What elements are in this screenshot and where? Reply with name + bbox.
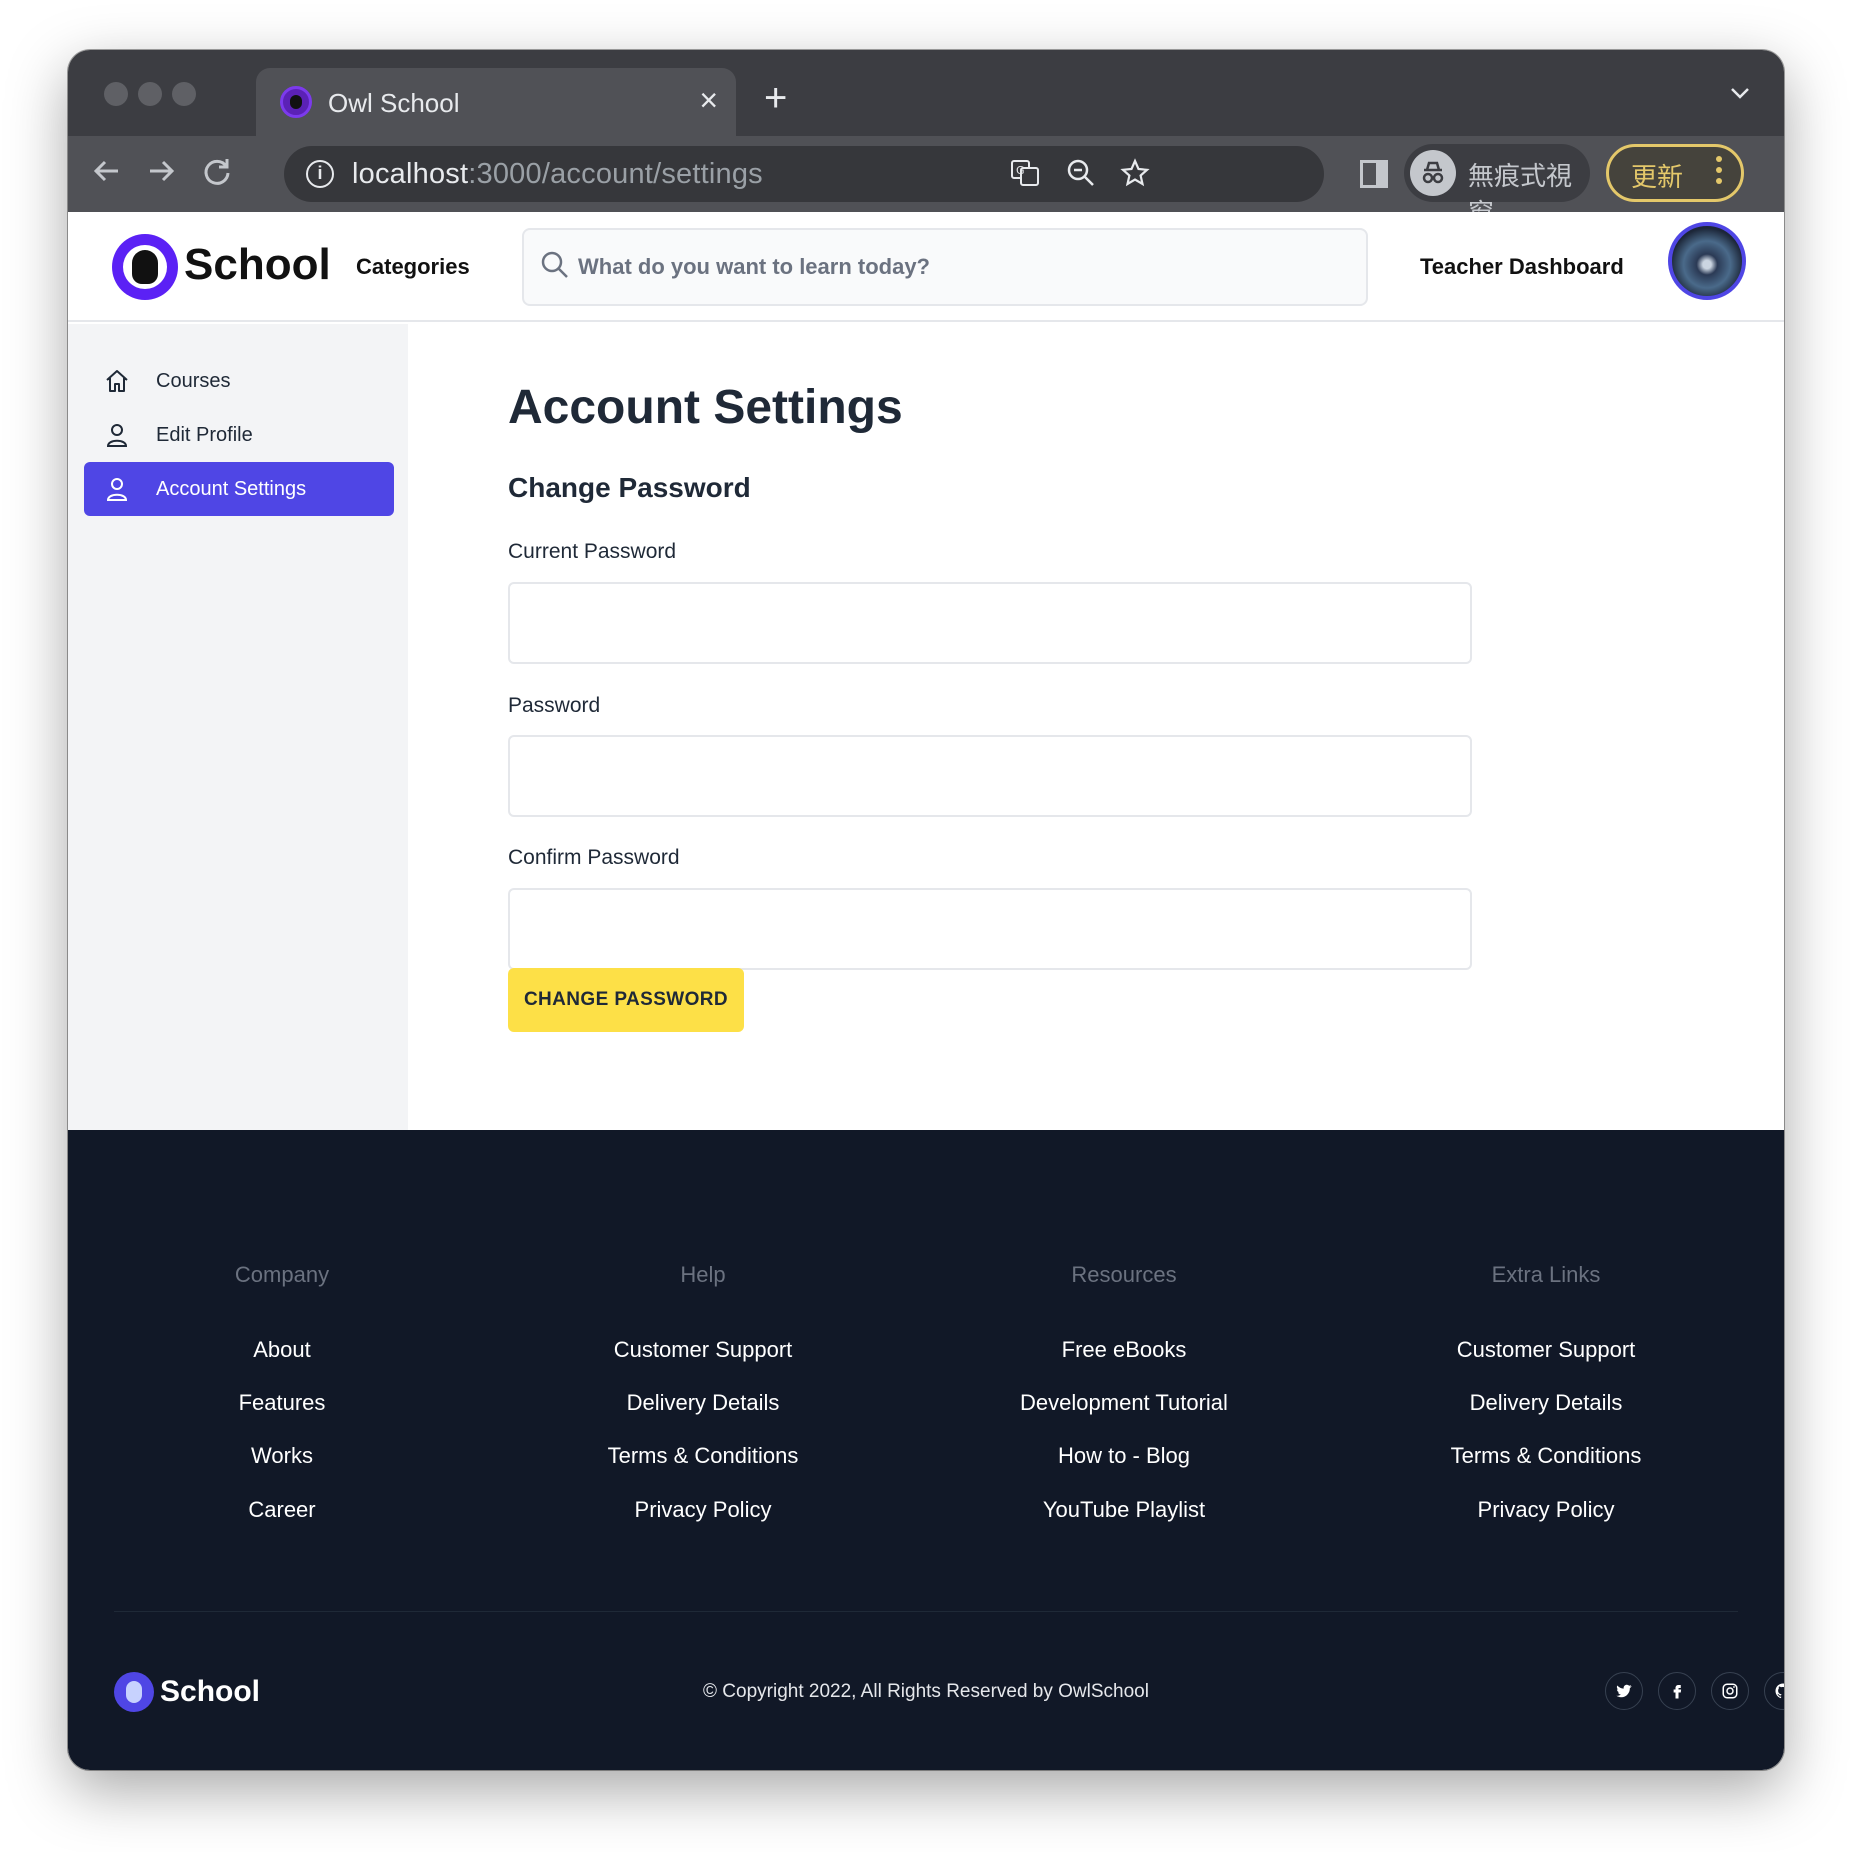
side-panel-icon[interactable] xyxy=(1360,160,1388,188)
url-text[interactable]: localhost:3000/account/settings xyxy=(352,158,763,191)
footer-heading: Help xyxy=(680,1262,726,1287)
footer-link[interactable]: Delivery Details xyxy=(493,1390,913,1416)
teacher-dashboard-link[interactable]: Teacher Dashboard xyxy=(1420,254,1624,280)
tab-title: Owl School xyxy=(328,88,460,118)
tab-search-chevron-icon[interactable] xyxy=(1730,80,1750,106)
star-icon[interactable] xyxy=(1120,158,1150,195)
search-icon xyxy=(541,251,568,278)
footer-link[interactable]: About xyxy=(72,1337,492,1363)
sidebar-item-label: Edit Profile xyxy=(156,423,253,446)
window-close-dot[interactable] xyxy=(104,82,128,106)
owl-favicon-icon xyxy=(280,86,312,118)
copyright-text: © Copyright 2022, All Rights Reserved by… xyxy=(703,1681,1149,1702)
incognito-indicator[interactable]: 無痕式視窗 xyxy=(1404,144,1590,228)
user-icon xyxy=(106,424,128,447)
user-icon xyxy=(106,478,128,501)
footer-divider xyxy=(114,1611,1738,1612)
change-password-button[interactable]: CHANGE PASSWORD xyxy=(508,968,744,1032)
avatar[interactable] xyxy=(1668,222,1746,300)
home-icon xyxy=(106,370,128,392)
footer-heading: Company xyxy=(234,1262,330,1287)
translate-icon[interactable]: G xyxy=(1010,158,1040,195)
owl-logo-icon[interactable] xyxy=(112,234,178,300)
footer-logo-text[interactable]: School xyxy=(160,1675,260,1709)
sidebar: Courses Edit Profile Account Settings xyxy=(68,324,408,1130)
page: School Categories Teacher Dashboard Cour… xyxy=(68,212,1784,1770)
tab-bar: Owl School × + xyxy=(68,50,1784,136)
footer-link[interactable]: Privacy Policy xyxy=(493,1497,913,1523)
instagram-icon[interactable] xyxy=(1711,1672,1749,1710)
footer-link[interactable]: YouTube Playlist xyxy=(914,1497,1334,1523)
footer-link[interactable]: Terms & Conditions xyxy=(493,1443,913,1469)
zoom-icon[interactable] xyxy=(1066,158,1096,195)
update-button[interactable]: 更新 xyxy=(1606,144,1744,202)
facebook-icon[interactable] xyxy=(1658,1672,1696,1710)
categories-link[interactable]: Categories xyxy=(356,254,470,280)
footer-link[interactable]: Delivery Details xyxy=(1336,1390,1756,1416)
menu-icon[interactable] xyxy=(1715,155,1723,185)
footer-link[interactable]: Features xyxy=(72,1390,492,1416)
sidebar-item-courses[interactable]: Courses xyxy=(84,354,394,408)
footer-heading: Extra Links xyxy=(1491,1262,1601,1287)
section-title: Change Password xyxy=(508,472,751,503)
search-box[interactable] xyxy=(522,228,1368,306)
owl-logo-icon[interactable] xyxy=(114,1672,154,1712)
footer-link[interactable]: Privacy Policy xyxy=(1336,1497,1756,1523)
footer-link[interactable]: Free eBooks xyxy=(914,1337,1334,1363)
twitter-icon[interactable] xyxy=(1605,1672,1643,1710)
current-password-field[interactable] xyxy=(508,582,1472,664)
footer-link[interactable]: Terms & Conditions xyxy=(1336,1443,1756,1469)
sidebar-item-edit-profile[interactable]: Edit Profile xyxy=(84,408,394,462)
logo-text[interactable]: School xyxy=(184,240,331,290)
search-input[interactable] xyxy=(578,230,1338,304)
footer-link[interactable]: Customer Support xyxy=(493,1337,913,1363)
footer-heading: Resources xyxy=(1071,1262,1177,1287)
tab-close-icon[interactable]: × xyxy=(699,82,718,118)
new-tab-icon[interactable]: + xyxy=(764,78,787,118)
current-password-label: Current Password xyxy=(508,540,677,563)
browser-window: Owl School × + i localhost:3000/account/… xyxy=(68,50,1784,1770)
sidebar-item-label: Courses xyxy=(156,369,231,392)
browser-tab[interactable]: Owl School × xyxy=(256,68,736,136)
browser-toolbar: i localhost:3000/account/settings G 無痕式視… xyxy=(68,136,1784,228)
incognito-icon xyxy=(1410,150,1456,196)
update-label: 更新 xyxy=(1631,162,1684,192)
password-field[interactable] xyxy=(508,735,1472,817)
reload-icon[interactable] xyxy=(200,154,234,195)
window-minimize-dot[interactable] xyxy=(138,82,162,106)
confirm-password-label: Confirm Password xyxy=(508,846,680,869)
site-header: School Categories Teacher Dashboard xyxy=(68,212,1784,322)
sidebar-item-label: Account Settings xyxy=(156,477,307,500)
footer-link[interactable]: Career xyxy=(72,1497,492,1523)
info-icon[interactable]: i xyxy=(306,160,334,188)
page-title: Account Settings xyxy=(508,381,903,434)
address-bar[interactable]: i localhost:3000/account/settings G xyxy=(284,146,1324,202)
sidebar-item-account-settings[interactable]: Account Settings xyxy=(84,462,394,516)
forward-icon[interactable] xyxy=(144,154,178,195)
site-footer: Company About Features Works Career Help… xyxy=(68,1130,1784,1770)
footer-link[interactable]: Development Tutorial xyxy=(914,1390,1334,1416)
svg-text:G: G xyxy=(1016,164,1025,177)
password-label: Password xyxy=(508,694,601,717)
confirm-password-field[interactable] xyxy=(508,888,1472,970)
footer-link[interactable]: Works xyxy=(72,1443,492,1469)
github-icon[interactable] xyxy=(1764,1672,1784,1710)
footer-link[interactable]: Customer Support xyxy=(1336,1337,1756,1363)
footer-link[interactable]: How to - Blog xyxy=(914,1443,1334,1469)
window-zoom-dot[interactable] xyxy=(172,82,196,106)
back-icon[interactable] xyxy=(90,154,124,195)
